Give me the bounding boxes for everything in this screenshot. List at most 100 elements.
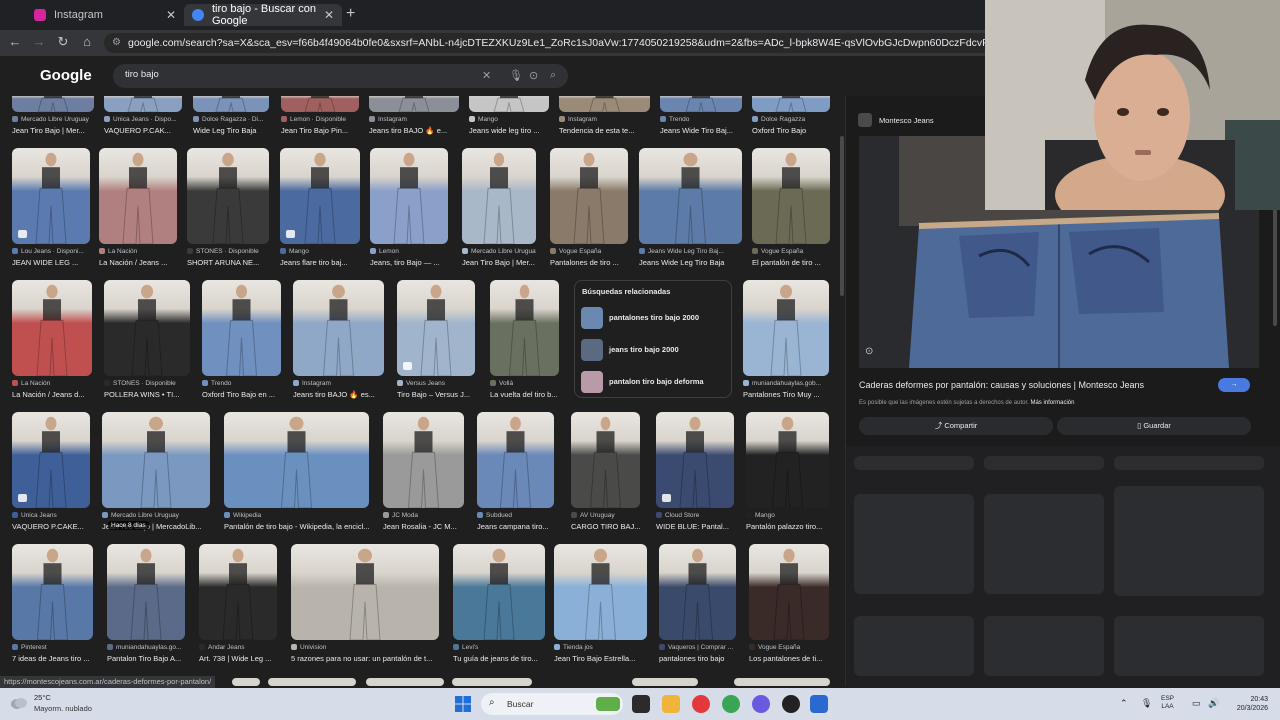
result-title[interactable]: Art. 738 | Wide Leg ...	[199, 654, 277, 663]
network-icon[interactable]: ▭	[1192, 698, 1201, 709]
result-thumbnail[interactable]	[104, 96, 182, 112]
result-source[interactable]: Mango	[469, 116, 549, 123]
result-source[interactable]: Mercado Libre Uruguay	[12, 116, 94, 123]
result-source[interactable]: Vogue España	[752, 248, 830, 255]
result-thumbnail[interactable]	[366, 678, 444, 686]
image-result[interactable]	[734, 678, 830, 686]
result-title[interactable]: SHORT ARUNA NE...	[187, 258, 269, 267]
image-result[interactable]	[268, 678, 356, 686]
result-thumbnail[interactable]	[12, 544, 93, 640]
related-image[interactable]	[854, 616, 974, 676]
microphone-icon[interactable]: 🎙	[1141, 698, 1152, 709]
save-button[interactable]: ▯ Guardar	[1057, 417, 1251, 435]
image-result[interactable]: Dolce Ragazza · Di... Wide Leg Tiro Baja	[193, 96, 269, 140]
result-title[interactable]: La vuelta del tiro b...	[490, 390, 559, 399]
task-view-icon[interactable]	[632, 695, 650, 713]
opera-icon[interactable]	[692, 695, 710, 713]
search-input[interactable]: tiro bajo	[125, 69, 159, 80]
widgets-icon[interactable]	[596, 697, 620, 711]
language-indicator[interactable]: ESP LAA	[1161, 695, 1174, 711]
related-search-item[interactable]: pantalones tiro bajo 2000	[581, 307, 729, 329]
result-thumbnail[interactable]	[571, 412, 640, 508]
discord-icon[interactable]	[752, 695, 770, 713]
result-thumbnail[interactable]	[199, 544, 277, 640]
result-title[interactable]: Jeans wide leg tiro ...	[469, 126, 549, 135]
result-title[interactable]: Los pantalones de ti...	[749, 654, 829, 663]
image-result[interactable]: Trendo Jeans Wide Tiro Baj...	[660, 96, 742, 140]
result-thumbnail[interactable]	[660, 96, 742, 112]
result-title[interactable]: Jean Rosalia - JC M...	[383, 522, 464, 531]
result-thumbnail[interactable]	[187, 148, 269, 244]
result-thumbnail[interactable]	[281, 96, 359, 112]
microphone-icon[interactable]: 🎙	[509, 69, 523, 82]
result-title[interactable]: Jean Tiro Bajo Pin...	[281, 126, 359, 135]
related-image[interactable]	[854, 494, 974, 594]
result-thumbnail[interactable]	[752, 148, 830, 244]
close-icon[interactable]: ✕	[166, 8, 176, 22]
result-thumbnail[interactable]	[383, 412, 464, 508]
result-title[interactable]: Jeans Wide Tiro Baj...	[660, 126, 742, 135]
result-thumbnail[interactable]	[370, 148, 448, 244]
result-source[interactable]: Wikipedia	[224, 512, 369, 519]
result-title[interactable]: Jeans flare tiro baj...	[280, 258, 360, 267]
google-logo[interactable]: Google	[40, 67, 92, 84]
result-thumbnail[interactable]	[291, 544, 439, 640]
image-result[interactable]: STONES · Disponible POLLERA WINS • TI...	[104, 280, 190, 404]
home-icon[interactable]: ⌂	[78, 34, 96, 49]
result-thumbnail[interactable]	[232, 678, 260, 686]
result-title[interactable]: JEAN WIDE LEG ...	[12, 258, 90, 267]
result-thumbnail[interactable]	[632, 678, 698, 686]
result-source[interactable]: Andar Jeans	[199, 644, 277, 651]
related-image[interactable]	[1114, 486, 1264, 596]
result-source[interactable]: Instagram	[559, 116, 650, 123]
result-title[interactable]: VAQUERO P.CAKE...	[12, 522, 90, 531]
result-title[interactable]: VAQUERO P.CAK...	[104, 126, 182, 135]
result-thumbnail[interactable]	[749, 544, 829, 640]
result-title[interactable]: POLLERA WINS • TI...	[104, 390, 190, 399]
chevron-up-icon[interactable]: ⌃	[1120, 698, 1128, 709]
result-source[interactable]: Instagram	[369, 116, 459, 123]
image-result[interactable]	[452, 678, 532, 686]
result-source[interactable]: Vogue España	[749, 644, 829, 651]
search-box[interactable]: tiro bajo ✕ 🎙 ⊙ ⌕	[113, 64, 568, 88]
image-result[interactable]: Dolce Ragazza Oxford Tiro Bajo	[752, 96, 830, 140]
result-title[interactable]: 7 ideas de Jeans tiro ...	[12, 654, 93, 663]
result-title[interactable]: Tu guía de jeans de tiro...	[453, 654, 545, 663]
image-result[interactable]: Vogue España Los pantalones de ti...	[749, 544, 829, 668]
result-source[interactable]: STONES · Disponible	[187, 248, 269, 255]
result-source[interactable]: Levi's	[453, 644, 545, 651]
result-thumbnail[interactable]	[202, 280, 281, 376]
image-result[interactable]: Lou Jeans · Disponi... JEAN WIDE LEG ...	[12, 148, 90, 272]
image-result[interactable]: Trendo Oxford Tiro Bajo en ...	[202, 280, 281, 404]
result-source[interactable]: muniandahuaylas.gob...	[743, 380, 829, 387]
image-result[interactable]: Instagram Tendencia de esta te...	[559, 96, 650, 140]
image-result[interactable]: Lemon · Disponible Jean Tiro Bajo Pin...	[281, 96, 359, 140]
result-source[interactable]: JC Moda	[383, 512, 464, 519]
image-result[interactable]: Unica Jeans · Dispo... VAQUERO P.CAK...	[104, 96, 182, 140]
result-thumbnail[interactable]	[268, 678, 356, 686]
result-title[interactable]: Pantalón palazzo tiro...	[746, 522, 829, 531]
image-result[interactable]: Instagram Jeans tiro BAJO 🔥 es...	[293, 280, 384, 404]
image-result[interactable]: muniandahuaylas.gob... Pantalones Tiro Mu…	[743, 280, 829, 404]
result-thumbnail[interactable]	[554, 544, 647, 640]
result-source[interactable]: AV Uruguay	[571, 512, 640, 519]
result-title[interactable]: Jeans campana tiro...	[477, 522, 554, 531]
related-image[interactable]	[984, 494, 1104, 594]
image-result[interactable]: Levi's Tu guía de jeans de tiro...	[453, 544, 545, 668]
weather-description[interactable]: Mayorm. nublado	[34, 704, 92, 713]
result-title[interactable]: La Nación / Jeans d...	[12, 390, 92, 399]
result-thumbnail[interactable]	[477, 412, 554, 508]
panel-source[interactable]: Montesco Jeans	[858, 113, 934, 127]
related-image[interactable]	[984, 616, 1104, 676]
result-title[interactable]: Jeans Wide Leg Tiro Baja	[639, 258, 742, 267]
result-thumbnail[interactable]	[734, 678, 830, 686]
image-result[interactable]: Jeans Wide Leg Tiro Baj... Jeans Wide Leg…	[639, 148, 742, 272]
result-title[interactable]: Jeans tiro BAJO 🔥 es...	[293, 390, 384, 399]
address-bar[interactable]: ⚙ google.com/search?sa=X&sca_esv=f66b4f4…	[104, 33, 1004, 53]
result-title[interactable]: Tendencia de esta te...	[559, 126, 650, 135]
result-title[interactable]: Pantalon Tiro Bajo A...	[107, 654, 185, 663]
result-source[interactable]: Vogue España	[550, 248, 628, 255]
image-result[interactable]	[232, 678, 260, 686]
result-thumbnail[interactable]	[224, 412, 369, 508]
image-result[interactable]: JC Moda Jean Rosalia - JC M...	[383, 412, 464, 536]
